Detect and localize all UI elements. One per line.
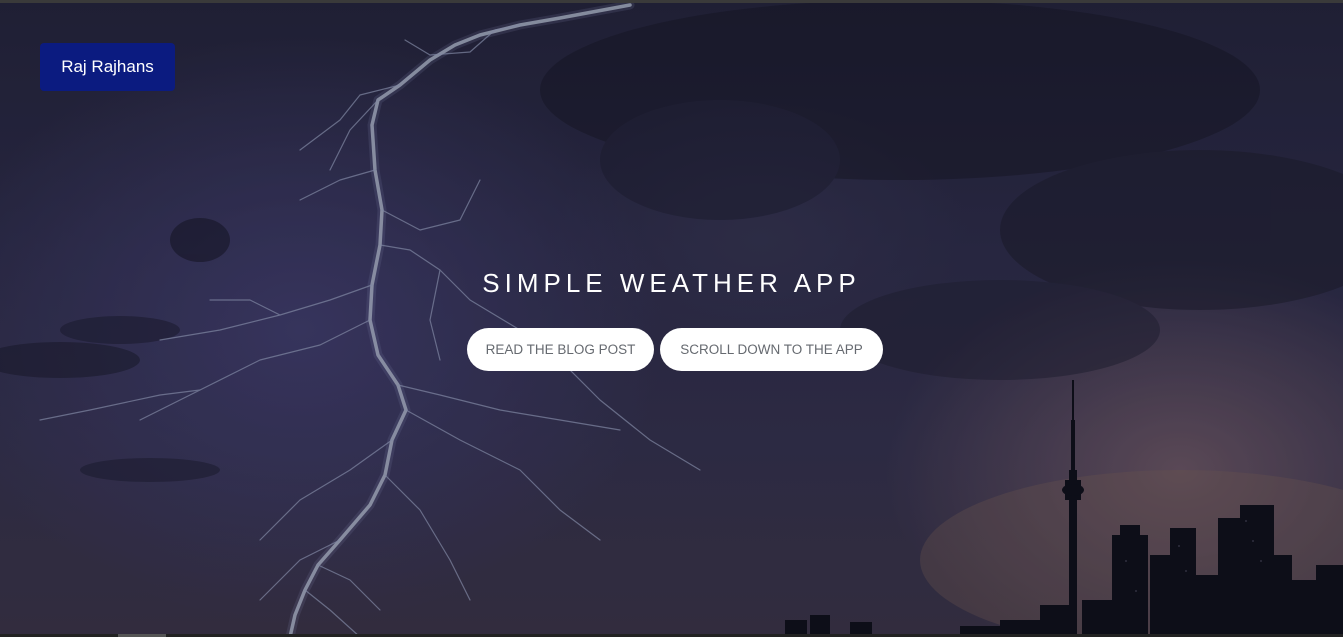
storm-background-image: [0, 0, 1343, 637]
brand-button[interactable]: Raj Rajhans: [40, 43, 175, 91]
read-blog-post-button[interactable]: READ THE BLOG POST: [467, 328, 654, 371]
hero-section: Raj Rajhans SIMPLE WEATHER APP READ THE …: [0, 0, 1343, 637]
top-border: [0, 0, 1343, 3]
page-title: SIMPLE WEATHER APP: [482, 268, 861, 298]
scroll-down-to-app-button[interactable]: SCROLL DOWN TO THE APP: [660, 328, 883, 371]
